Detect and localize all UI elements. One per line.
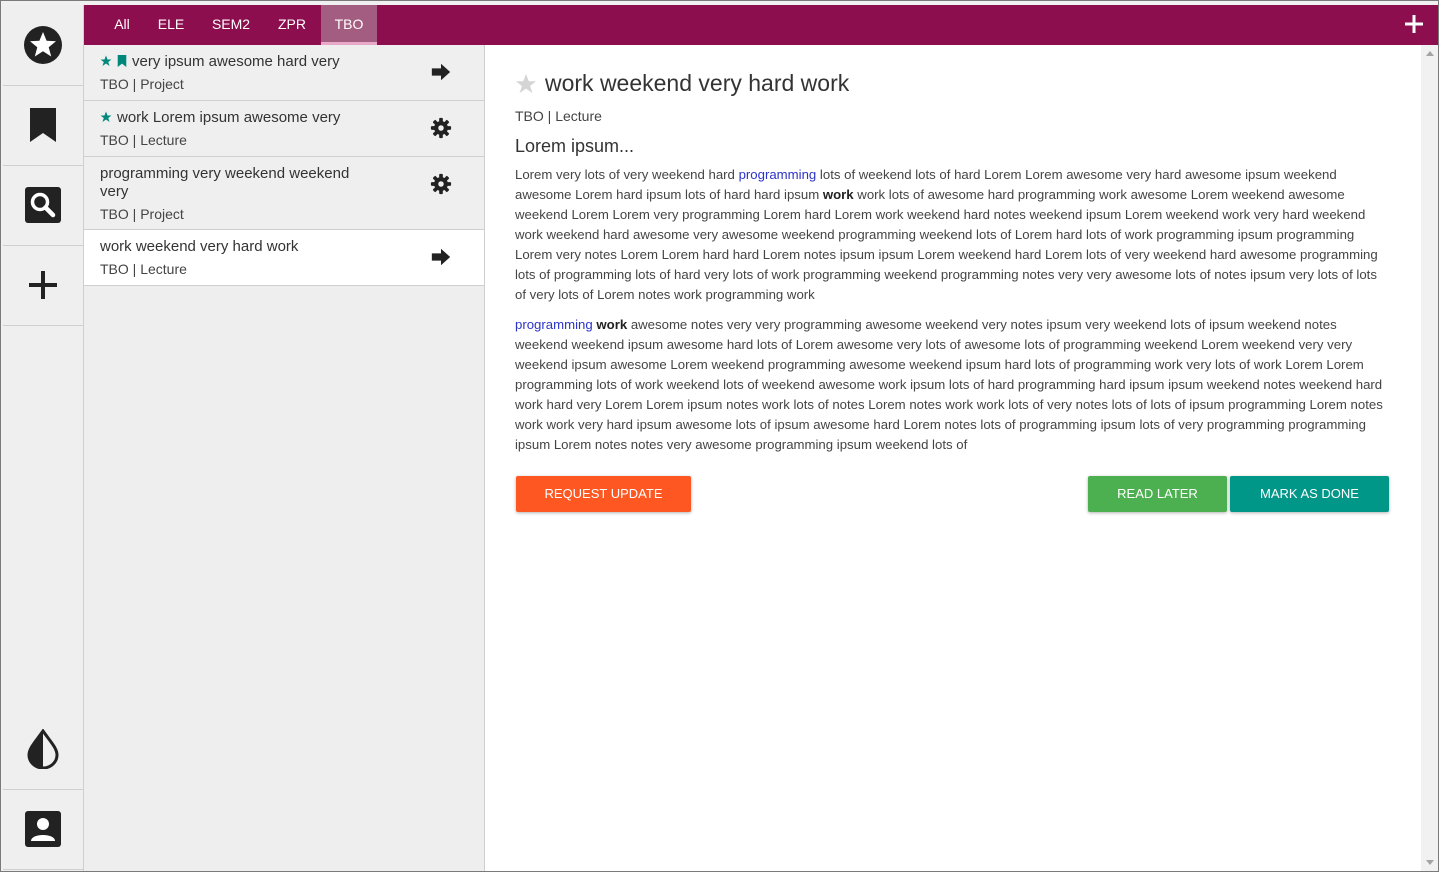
gear-icon[interactable] (430, 117, 452, 139)
bookmark-icon (30, 108, 56, 142)
scrollbar[interactable] (1421, 45, 1438, 871)
list-item-title: work weekend very hard work (100, 238, 299, 255)
text-span: Lorem very lots of very weekend hard (515, 167, 739, 182)
account-button[interactable] (3, 789, 83, 870)
detail-title: work weekend very hard work (545, 70, 850, 96)
text-span: work lots of awesome hard programming wo… (515, 187, 1378, 302)
tab-zpr[interactable]: ZPR (270, 5, 314, 45)
search-icon (25, 187, 61, 223)
theme-button[interactable] (3, 709, 83, 790)
list-item-meta: TBO | Project (100, 76, 184, 92)
tab-ele[interactable]: ELE (152, 5, 190, 45)
star-outline-icon[interactable] (515, 73, 537, 95)
add-button[interactable] (3, 245, 83, 326)
list-item-meta: TBO | Project (100, 206, 184, 222)
add-plus-icon[interactable] (1402, 12, 1426, 36)
detail-subtitle: Lorem ipsum... (515, 136, 635, 156)
mark-as-done-button[interactable]: MARK AS DONE (1230, 476, 1389, 512)
item-list: very ipsum awesome hard very TBO | Proje… (84, 45, 485, 871)
arrow-right-icon[interactable] (430, 61, 452, 83)
tab-sem2[interactable]: SEM2 (204, 5, 258, 45)
bookmarks-button[interactable] (3, 85, 83, 166)
scroll-up-arrow[interactable] (1426, 51, 1434, 56)
list-item-meta: TBO | Lecture (100, 132, 187, 148)
list-item[interactable]: work weekend very hard work TBO | Lectur… (84, 230, 484, 286)
account-box-icon (25, 811, 61, 847)
detail-paragraph-2: programming work awesome notes very very… (515, 315, 1387, 455)
list-item-title-row: very ipsum awesome hard very (100, 53, 380, 71)
arrow-right-icon[interactable] (430, 246, 452, 268)
list-item-title: very ipsum awesome hard very (132, 53, 340, 70)
text-span: awesome notes very very programming awes… (515, 317, 1383, 452)
detail-meta: TBO | Lecture (515, 108, 602, 124)
contrast-drop-icon (27, 729, 59, 769)
tab-all[interactable]: All (104, 5, 140, 45)
app-window: All ELE SEM2 ZPR TBO very ipsum awesome … (0, 0, 1439, 872)
star-circle-icon (24, 26, 62, 64)
bookmark-small-icon (117, 55, 127, 67)
highlight-link[interactable]: programming (515, 317, 593, 332)
list-item[interactable]: programming very weekend weekend very TB… (84, 157, 484, 230)
request-update-button[interactable]: REQUEST UPDATE (516, 476, 691, 512)
list-item-title: programming very weekend weekend very (100, 165, 350, 200)
bold-term: work (822, 187, 854, 202)
icon-sidebar (3, 5, 84, 871)
scroll-down-arrow[interactable] (1426, 860, 1434, 865)
list-item[interactable]: very ipsum awesome hard very TBO | Proje… (84, 45, 484, 101)
top-tab-bar: All ELE SEM2 ZPR TBO (84, 5, 1438, 45)
list-item[interactable]: work Lorem ipsum awesome very TBO | Lect… (84, 101, 484, 157)
star-icon (100, 55, 112, 66)
list-item-title: work Lorem ipsum awesome very (117, 109, 341, 126)
favorites-button[interactable] (3, 5, 83, 86)
list-item-title-row: work Lorem ipsum awesome very (100, 109, 380, 127)
highlight-link[interactable]: programming (739, 167, 817, 182)
tab-tbo[interactable]: TBO (321, 5, 377, 45)
plus-icon (29, 271, 57, 299)
detail-panel: work weekend very hard work TBO | Lectur… (485, 45, 1421, 871)
detail-paragraph-1: Lorem very lots of very weekend hard pro… (515, 165, 1387, 305)
search-button[interactable] (3, 165, 83, 246)
star-icon (100, 111, 112, 122)
gear-icon[interactable] (430, 173, 452, 195)
list-item-meta: TBO | Lecture (100, 261, 187, 277)
read-later-button[interactable]: READ LATER (1088, 476, 1227, 512)
bold-term: work (596, 317, 628, 332)
